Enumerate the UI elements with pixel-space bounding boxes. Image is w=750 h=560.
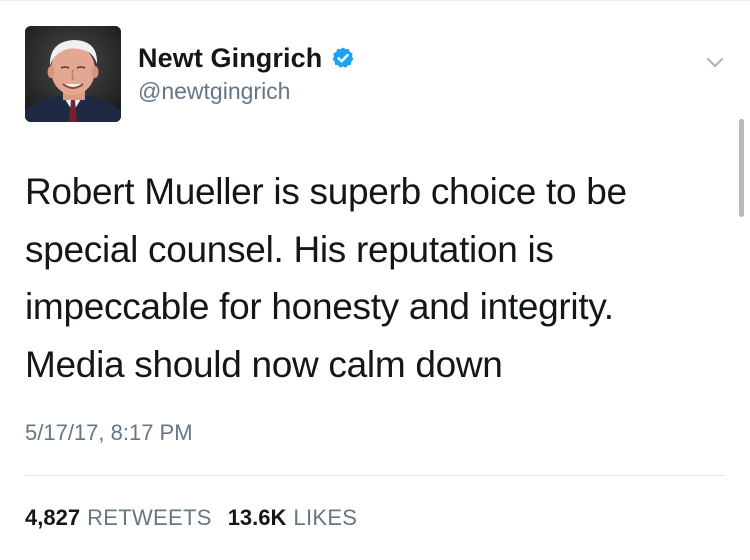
tweet-stats: 4,827 RETWEETS 13.6K LIKES <box>25 505 357 531</box>
profile-photo-icon <box>25 26 121 122</box>
author-handle[interactable]: @newtgingrich <box>138 78 290 105</box>
tweet-text: Robert Mueller is superb choice to be sp… <box>25 163 715 393</box>
avatar[interactable] <box>25 26 121 122</box>
tweet-text-line: Robert Mueller is superb choice to be <box>25 171 627 212</box>
retweets-label: RETWEETS <box>87 505 212 530</box>
chevron-down-icon[interactable] <box>703 50 727 74</box>
likes-label: LIKES <box>293 505 358 530</box>
tweet-timestamp[interactable]: 5/17/17, 8:17 PM <box>25 420 193 446</box>
verified-badge-icon <box>331 46 355 70</box>
author-display-name[interactable]: Newt Gingrich <box>138 43 322 74</box>
scrollbar[interactable] <box>739 119 744 217</box>
top-border <box>0 0 750 1</box>
tweet-text-line: special counsel. His reputation is <box>25 228 554 270</box>
tweet-text-line: impeccable for honesty and integrity. <box>25 286 614 327</box>
likes-count: 13.6K <box>227 505 287 530</box>
retweets-stat[interactable]: 4,827 RETWEETS <box>25 505 212 531</box>
likes-stat[interactable]: 13.6K LIKES <box>228 505 358 531</box>
author-name-row[interactable]: Newt Gingrich <box>138 42 355 74</box>
retweets-count: 4,827 <box>25 505 81 530</box>
tweet-text-line: Media should now calm down <box>25 343 503 385</box>
divider <box>25 475 725 476</box>
